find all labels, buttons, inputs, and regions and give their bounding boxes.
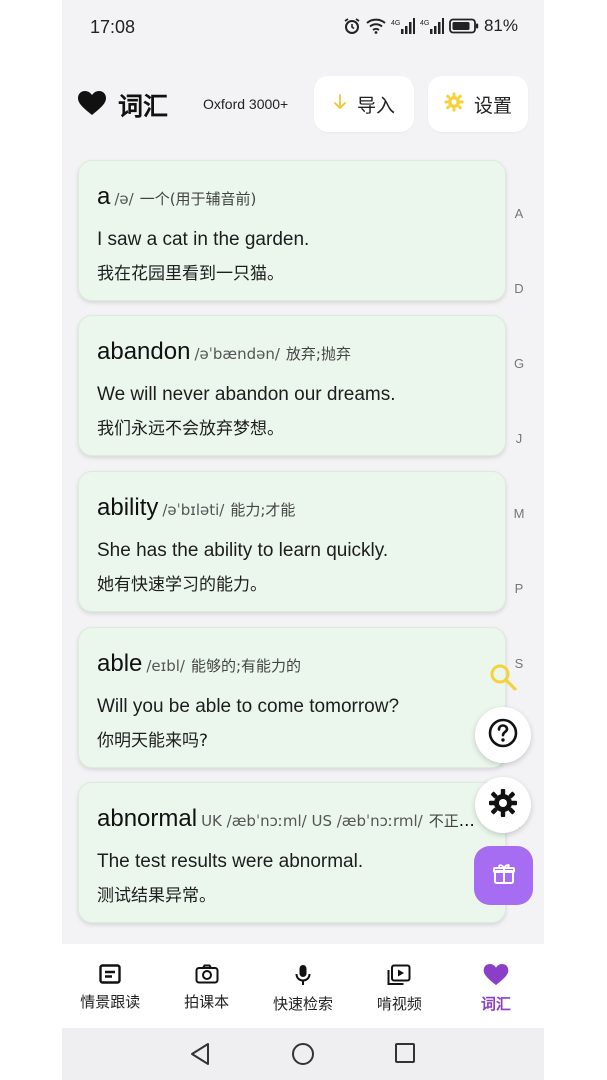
- help-button[interactable]: [475, 707, 531, 763]
- camera-icon: [195, 964, 219, 984]
- battery-percent: 81%: [483, 16, 518, 35]
- word-headline: a/ə/一个(用于辅音前): [97, 183, 481, 211]
- article-icon: [99, 964, 121, 984]
- heart-icon: [483, 964, 509, 986]
- wordbook-name[interactable]: Oxford 3000+: [203, 96, 288, 112]
- signal-4g-icon-2: 4G: [420, 17, 444, 35]
- wifi-icon: [366, 18, 386, 34]
- gift-button[interactable]: [474, 846, 533, 905]
- signal-4g-icon: 4G: [391, 17, 415, 35]
- page-header: 词汇 Oxford 3000+ 导入 设置: [62, 74, 544, 134]
- svg-text:4G: 4G: [420, 20, 429, 27]
- index-letter[interactable]: D: [512, 281, 526, 296]
- nav-item-video[interactable]: 啃视频: [351, 944, 447, 1028]
- word-text: ability: [97, 494, 159, 521]
- video-icon: [387, 964, 411, 986]
- page-title: 词汇: [118, 92, 169, 121]
- nav-label: 啃视频: [376, 995, 422, 1013]
- example-chinese: 你明天能来吗?: [97, 731, 209, 751]
- nav-item-vocabulary[interactable]: 词汇: [448, 944, 544, 1028]
- settings-label: 设置: [473, 94, 512, 117]
- quick-settings-button[interactable]: [475, 777, 531, 833]
- example-chinese: 我在花园里看到一只猫。: [97, 264, 284, 284]
- home-icon[interactable]: [291, 1042, 315, 1070]
- arrow-down-icon: [333, 93, 347, 115]
- example-chinese: 她有快速学习的能力。: [97, 575, 267, 595]
- nav-label: 拍课本: [184, 993, 230, 1011]
- battery-icon: [449, 18, 479, 34]
- nav-label: 词汇: [480, 995, 511, 1013]
- gear-icon: [488, 788, 518, 822]
- import-button[interactable]: 导入: [314, 76, 414, 132]
- word-text: abnormal: [97, 805, 198, 832]
- import-label: 导入: [356, 94, 395, 117]
- word-meaning: 能够的;有能力的: [190, 657, 302, 675]
- word-text: abandon: [97, 338, 191, 365]
- word-meaning: 能力;才能: [230, 501, 296, 519]
- help-icon: [488, 718, 518, 752]
- word-card[interactable]: ability/əˈbɪləti/能力;才能 She has the abili…: [78, 471, 506, 612]
- nav-label: 情景跟读: [80, 993, 141, 1011]
- word-meaning: 放弃;抛弃: [285, 345, 351, 363]
- bottom-nav: 情景跟读 拍课本 快速检索 啃视频 词汇: [62, 944, 544, 1028]
- phone-screen: 17:08 4G 4G 81% 词汇 Oxford 3000+ 导入 设置 a …: [62, 0, 544, 1080]
- nav-item-textbook-photo[interactable]: 拍课本: [158, 944, 254, 1028]
- index-letter[interactable]: A: [512, 206, 526, 221]
- word-headline: abnormalUK /æbˈnɔːml/ US /æbˈnɔːrml/不正常的: [97, 805, 481, 833]
- word-phonetic: /əˈbɪləti/: [162, 501, 225, 519]
- nav-item-scene-reading[interactable]: 情景跟读: [62, 944, 158, 1028]
- word-phonetic: /ə/: [114, 190, 134, 208]
- word-meaning: 一个(用于辅音前): [139, 190, 257, 208]
- word-text: able: [97, 650, 143, 677]
- back-icon[interactable]: [189, 1042, 211, 1070]
- word-phonetic: /əˈbændən/: [194, 345, 280, 363]
- word-phonetic: /eɪbl/: [146, 657, 185, 675]
- microphone-icon: [294, 964, 312, 986]
- word-meaning: 不正常的: [428, 812, 481, 830]
- gear-icon: [444, 92, 464, 117]
- nav-label: 快速检索: [273, 995, 334, 1013]
- nav-item-quick-search[interactable]: 快速检索: [255, 944, 351, 1028]
- index-letter[interactable]: G: [512, 356, 526, 371]
- search-icon[interactable]: [488, 662, 518, 696]
- word-card[interactable]: abandon/əˈbændən/放弃;抛弃 We will never aba…: [78, 315, 506, 456]
- heart-icon: [78, 91, 106, 120]
- alarm-icon: [343, 17, 361, 35]
- status-time: 17:08: [90, 17, 136, 37]
- index-letter[interactable]: J: [512, 431, 526, 446]
- index-letter[interactable]: M: [512, 506, 526, 521]
- word-card[interactable]: able/eɪbl/能够的;有能力的 Will you be able to c…: [78, 627, 506, 768]
- system-nav-bar: [62, 1028, 544, 1080]
- word-headline: ability/əˈbɪləti/能力;才能: [97, 494, 481, 522]
- svg-text:4G: 4G: [391, 20, 400, 27]
- example-english: I saw a cat in the garden.: [97, 229, 310, 250]
- settings-button[interactable]: 设置: [428, 76, 528, 132]
- status-icons: 4G 4G 81%: [343, 16, 518, 36]
- word-phonetic: UK /æbˈnɔːml/ US /æbˈnɔːrml/: [201, 812, 423, 830]
- word-card[interactable]: a/ə/一个(用于辅音前) I saw a cat in the garden.…: [78, 160, 506, 301]
- status-bar: 17:08 4G 4G 81%: [62, 0, 544, 56]
- word-headline: abandon/əˈbændən/放弃;抛弃: [97, 338, 481, 366]
- example-english: Will you be able to come tomorrow?: [97, 696, 400, 717]
- word-card[interactable]: abnormalUK /æbˈnɔːml/ US /æbˈnɔːrml/不正常的…: [78, 782, 506, 923]
- word-headline: able/eɪbl/能够的;有能力的: [97, 650, 481, 678]
- example-english: The test results were abnormal.: [97, 851, 364, 872]
- index-letter[interactable]: P: [512, 581, 526, 596]
- word-text: a: [97, 183, 111, 210]
- example-chinese: 测试结果异常。: [97, 886, 216, 906]
- example-chinese: 我们永远不会放弃梦想。: [97, 419, 284, 439]
- gift-icon: [492, 862, 516, 890]
- recents-icon[interactable]: [394, 1042, 416, 1068]
- example-english: We will never abandon our dreams.: [97, 384, 396, 405]
- example-english: She has the ability to learn quickly.: [97, 540, 389, 561]
